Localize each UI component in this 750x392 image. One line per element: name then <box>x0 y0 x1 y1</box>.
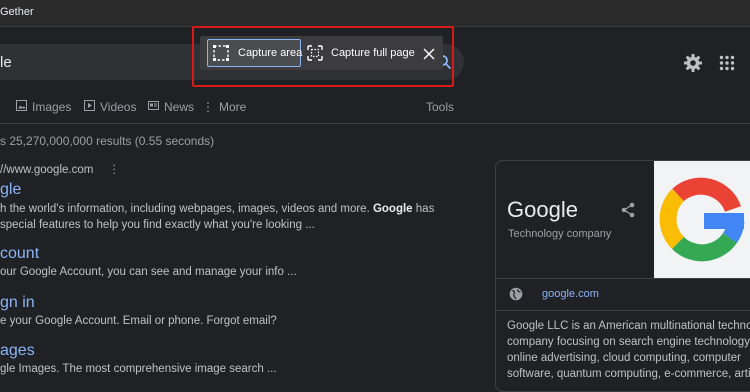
tab-news[interactable]: News <box>148 100 194 114</box>
search-query-text[interactable]: le <box>0 54 12 71</box>
video-icon <box>84 100 95 114</box>
tab-images[interactable]: Images <box>16 100 71 114</box>
knowledge-panel-description-line: online advertising, cloud computing, com… <box>507 352 741 364</box>
more-options-icon[interactable]: ⋮ <box>109 164 121 176</box>
tab-images-label: Images <box>32 100 72 114</box>
knowledge-panel-divider <box>495 278 750 279</box>
apps-grid-icon[interactable] <box>719 55 735 76</box>
knowledge-panel-description-line: Google LLC is an American multinational … <box>507 320 750 332</box>
share-icon[interactable] <box>620 202 636 223</box>
result-snippet: special features to help you find exactl… <box>0 219 315 231</box>
result-title[interactable]: ages <box>0 342 35 360</box>
knowledge-panel-title: Google <box>507 197 578 222</box>
news-icon <box>148 100 159 114</box>
tab-videos-label: Videos <box>100 100 137 114</box>
result-title[interactable]: gle <box>0 181 21 199</box>
snippet-text: h the world's information, including web… <box>0 203 373 215</box>
window-titlebar: Gether <box>0 0 750 27</box>
tab-more-label: More <box>219 100 247 114</box>
result-url-text: //www.google.com <box>0 164 94 176</box>
knowledge-panel-divider <box>495 310 750 311</box>
result-snippet: our Google Account, you can see and mana… <box>0 266 297 278</box>
window-title: Gether <box>0 6 34 18</box>
snippet-bold-text: Google <box>372 203 413 215</box>
tabs-divider <box>0 123 750 124</box>
more-dots-icon: ⋮ <box>202 100 214 114</box>
result-snippet: h the world's information, including web… <box>0 201 434 217</box>
tab-news-label: News <box>164 100 195 114</box>
globe-icon <box>509 287 523 306</box>
settings-gear-icon[interactable] <box>683 53 703 78</box>
result-snippet: e your Google Account. Email or phone. F… <box>0 315 277 327</box>
result-title[interactable]: gn in <box>0 294 35 312</box>
result-title[interactable]: count <box>0 245 39 263</box>
image-icon <box>16 100 27 114</box>
knowledge-panel-description-line: software, quantum computing, e-commerce,… <box>507 368 750 380</box>
tab-more[interactable]: ⋮ More <box>202 100 246 114</box>
knowledge-panel-description-line: company focusing on search engine techno… <box>507 336 750 348</box>
google-logo-image[interactable] <box>654 161 750 278</box>
result-url[interactable]: //www.google.com ⋮ <box>0 162 120 176</box>
tools-button[interactable]: Tools <box>426 100 454 114</box>
snippet-text: has <box>412 203 435 215</box>
knowledge-panel-website-link[interactable]: google.com <box>542 288 599 300</box>
tab-videos[interactable]: Videos <box>84 100 136 114</box>
knowledge-panel-subtitle: Technology company <box>508 228 612 240</box>
result-stats: s 25,270,000,000 results (0.55 seconds) <box>0 134 215 148</box>
highlight-box <box>192 26 454 87</box>
tools-label: Tools <box>426 100 455 114</box>
